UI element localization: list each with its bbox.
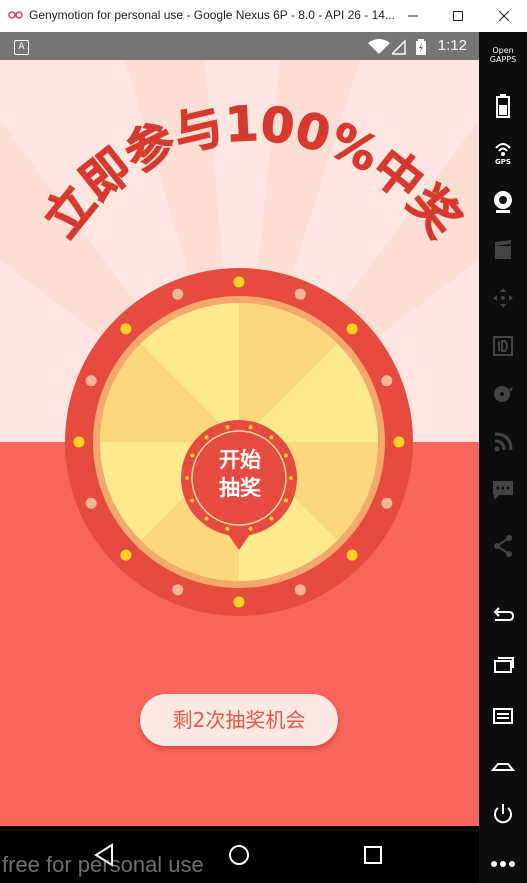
start-button-dot (283, 498, 288, 503)
wheel-bulb (85, 375, 97, 387)
disk-icon (494, 386, 513, 402)
start-button-dot (248, 425, 253, 430)
start-button-dot (190, 453, 195, 458)
lottery-app: 立即参与100%中奖 开始 抽奖 剩2次抽奖机会 (0, 60, 479, 826)
share-widget-button[interactable] (487, 530, 519, 562)
close-icon (498, 10, 510, 22)
recents-square-icon[interactable] (358, 840, 388, 870)
home-button[interactable] (487, 750, 519, 782)
power-icon (494, 804, 512, 824)
wheel-bulb (346, 323, 358, 335)
sms-widget-button[interactable] (487, 474, 519, 506)
genymotion-logo-icon (8, 11, 23, 19)
id-widget-button[interactable] (487, 330, 519, 362)
wheel-bulb (85, 497, 97, 509)
wheel-bulb (393, 436, 405, 448)
headline: 立即参与100%中奖 (33, 96, 471, 248)
opengapps-label-1: Open (492, 46, 514, 55)
wheel-bulb (73, 436, 85, 448)
start-button-dot (204, 516, 209, 521)
wifi-icon (368, 39, 390, 54)
start-button-dot (283, 453, 288, 458)
home-icon (490, 763, 516, 771)
start-button-dot (248, 526, 253, 531)
maximize-icon (453, 11, 463, 21)
minimize-button[interactable] (393, 0, 433, 32)
start-button-label-2[interactable]: 抽奖 (204, 476, 276, 500)
battery-icon (496, 94, 510, 118)
share-icon (494, 535, 512, 557)
wheel-bulb (233, 276, 245, 288)
more-button[interactable] (487, 848, 519, 880)
menu-button[interactable] (487, 700, 519, 732)
start-button-dot (190, 498, 195, 503)
opengapps-button[interactable]: Open GAPPS (485, 46, 521, 64)
back-button[interactable] (487, 600, 519, 632)
wheel-bulb (381, 375, 393, 387)
webcam-widget-button[interactable] (487, 186, 519, 218)
wheel-bulb (120, 549, 132, 561)
signal-icon (392, 39, 406, 55)
wheel-bulb (233, 596, 245, 608)
start-button-dot (269, 435, 274, 440)
recent-apps-icon (494, 657, 514, 673)
notification-icon: A (14, 40, 29, 55)
back-icon (493, 607, 515, 621)
wheel-bulb (120, 323, 132, 335)
device-screen: A 1:12 立即参与100%中奖 开始 抽奖 剩2次抽奖机会 (0, 32, 479, 826)
start-button-dot (225, 425, 230, 430)
start-button-label-1[interactable]: 开始 (204, 448, 276, 472)
window-title-bar: Genymotion for personal use - Google Nex… (0, 0, 527, 33)
gps-label: GPS (495, 158, 511, 166)
close-button[interactable] (484, 0, 524, 32)
wheel-bulb (294, 584, 306, 596)
wheel-bulb (172, 288, 184, 300)
android-status-bar: A 1:12 (0, 32, 479, 60)
start-button-dot (289, 476, 293, 480)
menu-icon (493, 708, 513, 724)
recent-apps-button[interactable] (487, 650, 519, 682)
maximize-button[interactable] (438, 0, 478, 32)
id-icon (493, 336, 513, 356)
start-button-dot (185, 476, 189, 480)
sms-icon (493, 481, 513, 500)
start-button-dot (204, 435, 209, 440)
wheel-bulb (294, 288, 306, 300)
opengapps-label-2: GAPPS (489, 55, 517, 64)
gps-icon (495, 143, 511, 156)
personal-use-watermark: free for personal use (2, 852, 204, 877)
status-time: 1:12 (437, 37, 467, 54)
capture-icon (495, 240, 511, 259)
move-widget-button[interactable] (487, 282, 519, 314)
remaining-chances-button[interactable]: 剩2次抽奖机会 (140, 694, 338, 746)
battery-widget-button[interactable] (487, 90, 519, 122)
gps-widget-button[interactable]: GPS (487, 138, 519, 170)
battery-charging-icon (416, 39, 426, 55)
power-button[interactable] (487, 798, 519, 830)
home-circle-icon[interactable] (224, 840, 254, 870)
webcam-icon (494, 191, 512, 213)
start-button-dot (269, 516, 274, 521)
move-icon (493, 288, 513, 308)
rss-icon (494, 432, 513, 452)
wheel-bulb (172, 584, 184, 596)
wheel-bulb (346, 549, 358, 561)
window-title: Genymotion for personal use - Google Nex… (29, 8, 395, 22)
genymotion-sidebar: Open GAPPS GPS (479, 32, 527, 883)
start-button-dot (225, 526, 230, 531)
wheel-bulb (381, 497, 393, 509)
more-icon (491, 861, 515, 867)
rss-widget-button[interactable] (487, 426, 519, 458)
minimize-icon (408, 15, 418, 17)
disk-widget-button[interactable] (487, 378, 519, 410)
capture-widget-button[interactable] (487, 234, 519, 266)
